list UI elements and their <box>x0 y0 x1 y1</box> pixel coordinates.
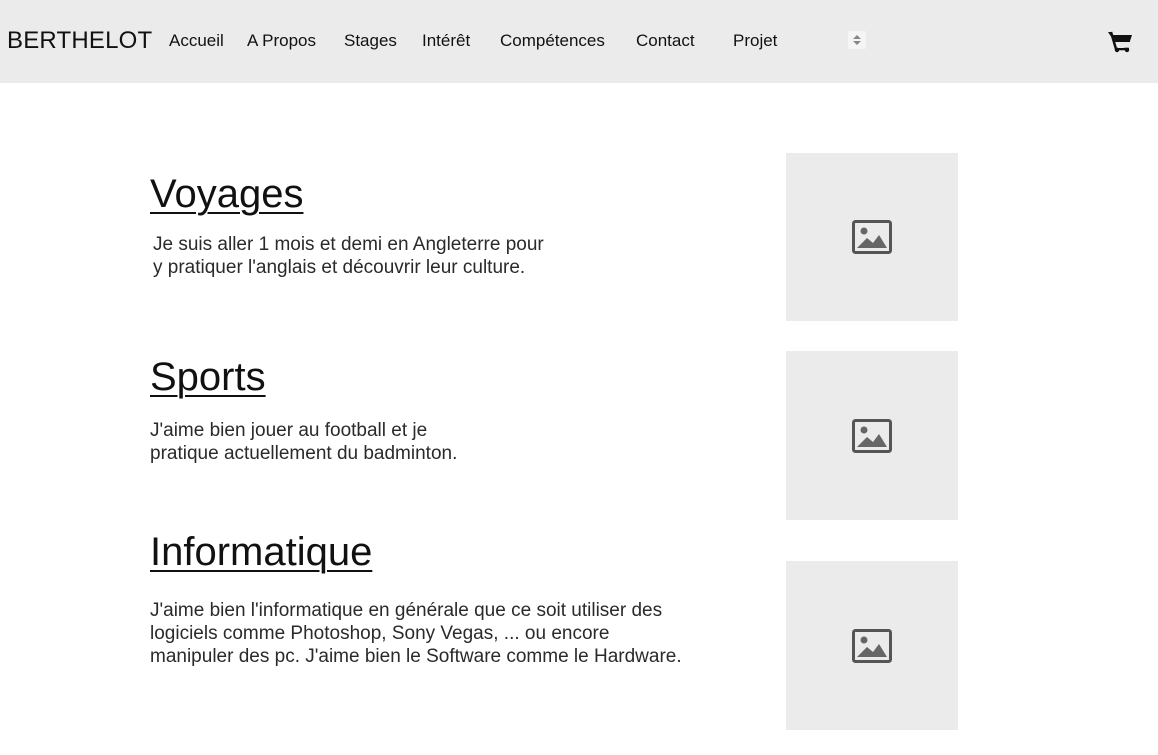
nav-item-contact[interactable]: Contact <box>636 31 695 51</box>
section-text-sports: J'aime bien jouer au football et je prat… <box>150 419 550 465</box>
top-navigation-bar: BERTHELOT Accueil A Propos Stages Intérê… <box>0 0 1158 83</box>
nav-item-competences[interactable]: Compétences <box>500 31 605 51</box>
nav-item-accueil[interactable]: Accueil <box>169 31 224 51</box>
up-down-arrows-icon[interactable] <box>848 31 866 49</box>
section-title-informatique: Informatique <box>150 530 373 574</box>
site-brand[interactable]: BERTHELOT <box>7 27 152 55</box>
image-placeholder-icon <box>852 418 892 453</box>
section-title-voyages: Voyages <box>150 172 304 216</box>
shopping-cart-icon[interactable] <box>1107 29 1133 53</box>
text-line: pratique actuellement du badminton. <box>150 443 458 464</box>
image-informatique <box>786 561 958 730</box>
image-voyages <box>786 153 958 321</box>
nav-item-stages[interactable]: Stages <box>344 31 397 51</box>
text-line: y pratiquer l'anglais et découvrir leur … <box>153 257 526 278</box>
image-placeholder-icon <box>852 220 892 254</box>
image-sports <box>786 351 958 520</box>
text-line: logiciels comme Photoshop, Sony Vegas, .… <box>150 623 610 644</box>
text-line: Je suis aller 1 mois et demi en Angleter… <box>153 234 544 255</box>
nav-item-interet[interactable]: Intérêt <box>422 31 470 51</box>
section-text-voyages: Je suis aller 1 mois et demi en Angleter… <box>153 233 593 279</box>
text-line: J'aime bien jouer au football et je <box>150 420 428 441</box>
section-title-sports: Sports <box>150 355 266 399</box>
text-line: manipuler des pc. J'aime bien le Softwar… <box>150 646 682 667</box>
image-placeholder-icon <box>852 628 892 663</box>
nav-item-projet[interactable]: Projet <box>733 31 777 51</box>
section-text-informatique: J'aime bien l'informatique en générale q… <box>150 599 750 668</box>
text-line: J'aime bien l'informatique en générale q… <box>150 600 663 621</box>
nav-item-a-propos[interactable]: A Propos <box>247 31 316 51</box>
